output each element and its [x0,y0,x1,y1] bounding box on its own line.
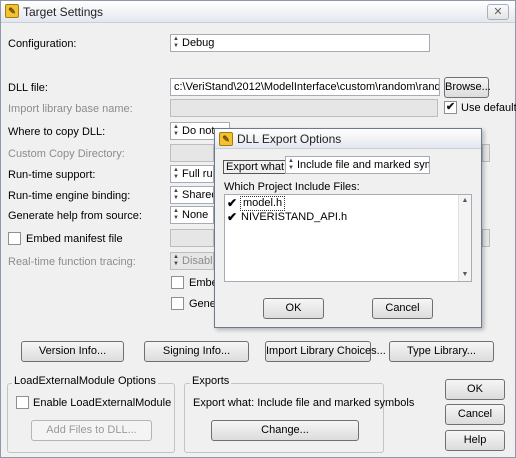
enable-load-external-label: Enable LoadExternalModule [33,397,172,409]
spinner-arrows-icon[interactable]: ▲ ▼ [172,254,180,268]
change-exports-button[interactable]: Change... [211,420,359,441]
include-files-list[interactable]: ✔ model.h ✔ NIVERISTAND_API.h ▲ ▼ [224,194,472,282]
import-library-choices-button[interactable]: Import Library Choices... [265,341,386,362]
exports-title: Exports [190,375,232,387]
close-button[interactable]: ✕ [487,4,509,20]
runtime-support-label: Run-time support: [8,169,96,181]
dialog-title-bar[interactable]: ✎ DLL Export Options [215,129,481,149]
help-source-select[interactable]: ▲ ▼ None [170,206,214,224]
export-what-select[interactable]: ▲▼ Include file and marked symbols [285,156,430,174]
window-title: Target Settings [23,5,104,19]
type-library-button[interactable]: Type Library... [389,341,494,362]
runtime-support-select[interactable]: ▲▼ Full run- [170,165,214,183]
signing-info-button[interactable]: Signing Info... [144,341,249,362]
embed-manifest-checkbox[interactable] [8,232,21,245]
embed-manifest-input[interactable] [170,229,214,247]
load-external-title: LoadExternalModule Options [12,375,158,387]
dialog-ok-button[interactable]: OK [263,298,324,319]
list-item[interactable]: ✔ NIVERISTAND_API.h [227,211,457,225]
embed-checkbox[interactable] [171,276,184,289]
generate-checkbox[interactable] [171,297,184,310]
exports-group [184,383,384,453]
browse-button[interactable]: Browse... [444,77,491,98]
dialog-title: DLL Export Options [237,132,342,146]
import-library-input[interactable] [170,99,438,117]
app-icon: ✎ [5,4,19,18]
dll-file-input[interactable]: c:\VeriStand\2012\ModelInterface\custom\… [170,78,440,96]
load-external-group [7,383,175,453]
embed-manifest-input-right [482,229,490,247]
scroll-up-icon[interactable]: ▲ [459,195,471,207]
dll-export-options-dialog: ✎ DLL Export Options Export what: ▲ ▼ Inc… [214,128,482,328]
dialog-cancel-button[interactable]: Cancel [372,298,433,319]
scroll-down-icon[interactable]: ▼ [459,269,471,281]
copy-dll-label: Where to copy DLL: [8,126,106,138]
runtime-binding-select[interactable]: ▲ ▼ Shared [170,186,214,204]
include-files-label: Which Project Include Files: [224,181,360,193]
spinner-arrows-icon[interactable]: ▲ ▼ [172,36,180,50]
use-default-label: Use default [461,102,516,114]
spinner-arrows-icon[interactable]: ▲ ▼ [172,167,180,181]
dll-file-label: DLL file: [8,82,48,94]
use-default-checkbox[interactable]: ✔ [444,101,457,114]
list-scrollbar[interactable]: ▲ ▼ [458,195,471,281]
version-info-button[interactable]: Version Info... [21,341,124,362]
exports-summary: Export what: Include file and marked sym… [193,397,415,409]
custom-copy-dir-input-right [482,144,490,162]
spinner-arrows-icon[interactable]: ▲ ▼ [172,188,180,202]
custom-copy-dir-label: Custom Copy Directory: [8,148,125,160]
realtime-tracing-label: Real-time function tracing: [8,256,136,268]
generate-label: Gene [189,298,216,310]
list-item[interactable]: ✔ model.h [227,196,457,211]
embed-manifest-label: Embed manifest file [26,233,123,245]
custom-copy-dir-input[interactable] [170,144,214,162]
enable-load-external-checkbox[interactable] [16,396,29,409]
title-bar[interactable]: ✎ Target Settings ✕ [1,1,515,23]
help-source-label: Generate help from source: [8,210,142,222]
spinner-arrows-icon[interactable]: ▲ ▼ [172,208,180,222]
target-settings-window: ✎ Target Settings ✕ Configuration: ▲ ▼ De… [0,0,516,458]
ok-button[interactable]: OK [445,379,505,400]
export-what-label: Export what: [223,160,291,174]
spinner-arrows-icon[interactable]: ▲ ▼ [172,124,180,138]
configuration-label: Configuration: [8,38,77,50]
configuration-select[interactable]: ▲ ▼ Debug [170,34,430,52]
cancel-button[interactable]: Cancel [445,404,505,425]
checkmark-icon[interactable]: ✔ [227,197,239,210]
add-files-button[interactable]: Add Files to DLL... [31,420,152,441]
spinner-arrows-icon[interactable]: ▲ ▼ [287,158,295,172]
checkmark-icon[interactable]: ✔ [227,211,239,224]
realtime-tracing-select[interactable]: ▲▼ Disablec [170,252,214,270]
dialog-app-icon: ✎ [219,132,233,146]
help-button[interactable]: Help [445,430,505,451]
runtime-binding-label: Run-time engine binding: [8,190,131,202]
import-library-label: Import library base name: [8,103,133,115]
